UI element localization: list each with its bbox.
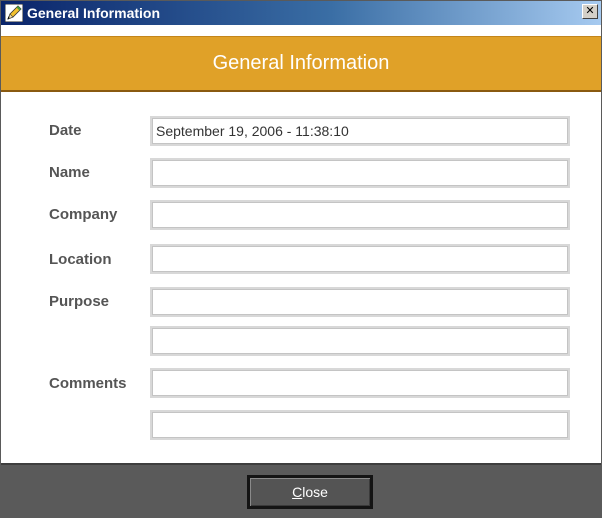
comments-field-frame-1 xyxy=(150,368,570,398)
location-label: Location xyxy=(49,251,112,268)
title-bar[interactable]: General Information ✕ xyxy=(1,1,601,25)
close-button[interactable]: Close xyxy=(247,475,373,509)
date-field-frame xyxy=(150,116,570,146)
purpose-field-frame-2 xyxy=(150,326,570,356)
general-information-dialog: General Information ✕ General Informatio… xyxy=(0,0,602,518)
comments-field-line-2[interactable] xyxy=(152,412,568,438)
comments-field-frame-2 xyxy=(150,410,570,440)
date-field[interactable] xyxy=(152,118,568,144)
company-field-frame xyxy=(150,200,570,230)
purpose-field-frame-1 xyxy=(150,287,570,317)
purpose-field-line-1[interactable] xyxy=(152,289,568,315)
name-field[interactable] xyxy=(152,160,568,186)
location-field[interactable] xyxy=(152,246,568,272)
comments-field-line-1[interactable] xyxy=(152,370,568,396)
purpose-field-line-2[interactable] xyxy=(152,328,568,354)
company-field[interactable] xyxy=(152,202,568,228)
pencil-icon xyxy=(4,3,24,23)
close-window-icon[interactable]: ✕ xyxy=(582,4,598,19)
header-title: General Information xyxy=(212,52,390,74)
window-title: General Information xyxy=(27,5,161,21)
footer-band: Close xyxy=(1,463,601,517)
name-label: Name xyxy=(49,164,90,181)
header-band: General Information xyxy=(1,36,601,92)
date-label: Date xyxy=(49,122,82,139)
comments-label: Comments xyxy=(49,375,127,392)
purpose-label: Purpose xyxy=(49,293,110,310)
name-field-frame xyxy=(150,158,570,188)
close-button-label: lose xyxy=(302,484,328,500)
location-field-frame xyxy=(150,244,570,274)
close-button-mnemonic: C xyxy=(292,484,303,500)
company-label: Company xyxy=(49,206,118,223)
